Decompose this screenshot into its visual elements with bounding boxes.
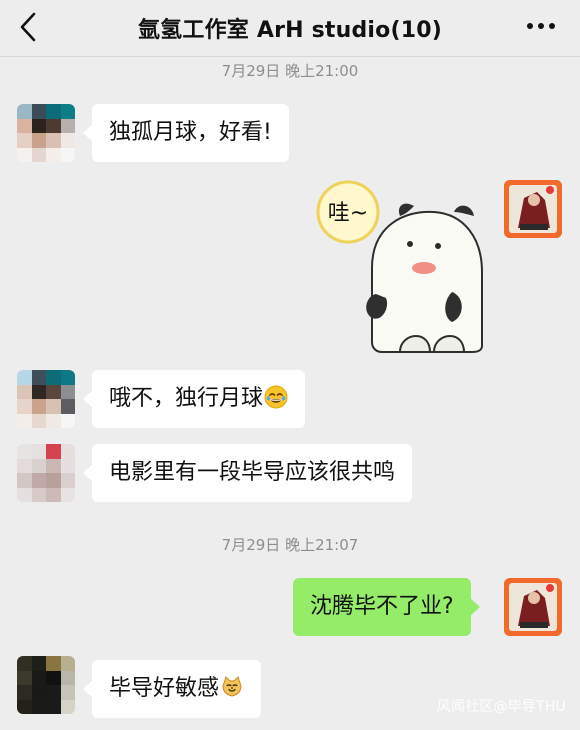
more-dots-icon	[527, 23, 555, 29]
chat-title: 氩氢工作室 ArH studio(10)	[137, 18, 442, 43]
message-text: 哦不，独行月球	[109, 386, 264, 411]
message-bubble[interactable]: 哦不，独行月球	[82, 370, 306, 428]
crying-laughing-emoji	[264, 385, 288, 409]
message-text: 电影里有一段毕导应该很共鸣	[109, 460, 396, 485]
cat-face-emoji	[222, 676, 242, 697]
timestamp: 7月29日 晚上21:07	[221, 536, 359, 554]
message-text: 沈腾毕不了业?	[310, 594, 454, 619]
poster-avatar-image	[504, 578, 562, 636]
message-bubble[interactable]: 独孤月球，好看!	[83, 104, 289, 162]
sticker-text: 哇~	[328, 201, 368, 226]
pixelated-avatar-image	[17, 656, 75, 714]
avatar[interactable]	[17, 370, 75, 428]
poster-avatar-image	[504, 180, 562, 238]
message-text: 独孤月球，好看!	[109, 120, 272, 145]
more-options-button[interactable]	[526, 18, 556, 34]
avatar[interactable]	[17, 656, 75, 714]
avatar[interactable]	[17, 104, 75, 162]
message-text: 毕导好敏感	[109, 676, 220, 701]
message-bubble[interactable]: 电影里有一段毕导应该很共鸣	[82, 444, 413, 502]
message-bubble[interactable]: 毕导好敏感	[82, 660, 262, 718]
chat-screen: 氩氢工作室 ArH studio(10) 7月29日 晚上21:00 独孤月球，…	[0, 0, 580, 730]
self-avatar[interactable]	[504, 180, 562, 238]
pixelated-avatar-image	[17, 370, 75, 428]
timestamp: 7月29日 晚上21:00	[221, 62, 359, 80]
chat-header: 氩氢工作室 ArH studio(10)	[0, 0, 580, 57]
pixelated-avatar-image	[17, 104, 75, 162]
watermark: 风闻社区@毕导THU	[436, 699, 566, 715]
avatar[interactable]	[17, 444, 75, 502]
pixelated-avatar-image	[17, 444, 75, 502]
message-bubble[interactable]: 沈腾毕不了业?	[293, 578, 480, 636]
self-avatar[interactable]	[504, 578, 562, 636]
bear-sticker[interactable]: 哇~	[312, 176, 502, 356]
